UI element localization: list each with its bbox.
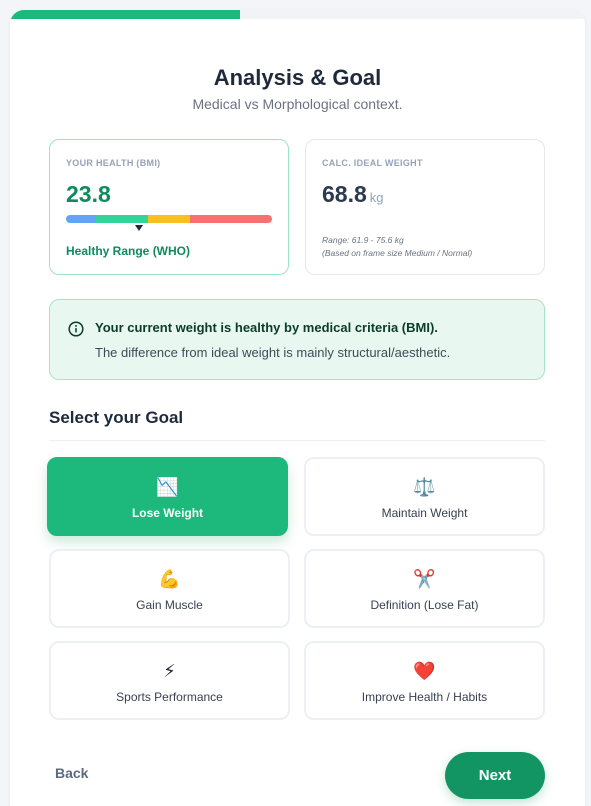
- goal-label: Sports Performance: [116, 690, 223, 704]
- balance-scale-icon: ⚖️: [413, 477, 436, 497]
- bmi-pointer-icon: [135, 225, 143, 231]
- next-button[interactable]: Next: [445, 752, 545, 799]
- bmi-scale-overweight: [148, 215, 190, 223]
- bmi-card: YOUR HEALTH (BMI) 23.8 Healthy Range (WH…: [49, 139, 289, 275]
- goal-label: Maintain Weight: [381, 506, 468, 520]
- ideal-weight-value: 68.8: [322, 181, 367, 207]
- bmi-range-label: Healthy Range (WHO): [66, 244, 191, 258]
- goal-option-improve-health[interactable]: ❤️ Improve Health / Habits: [304, 641, 545, 720]
- info-circle-icon: [68, 321, 84, 337]
- bmi-label: YOUR HEALTH (BMI): [66, 158, 161, 168]
- bmi-scale-healthy: [96, 215, 148, 223]
- flexed-biceps-icon: 💪: [158, 569, 181, 589]
- goal-label: Definition (Lose Fat): [370, 598, 479, 612]
- health-alert: Your current weight is healthy by medica…: [49, 299, 545, 380]
- goal-option-lose-weight[interactable]: 📉 Lose Weight: [47, 457, 288, 536]
- alert-body: The difference from ideal weight is main…: [95, 345, 451, 360]
- bmi-scale-obese: [190, 215, 272, 223]
- lightning-icon: ⚡: [163, 661, 176, 681]
- scissors-icon: ✂️: [413, 569, 436, 589]
- progress-bar-fill: [10, 10, 240, 19]
- ideal-weight-label: CALC. IDEAL WEIGHT: [322, 158, 423, 168]
- chart-decreasing-icon: 📉: [156, 477, 179, 497]
- ideal-weight-frame-note: (Based on frame size Medium / Normal): [322, 248, 473, 258]
- ideal-weight-unit: kg: [369, 190, 384, 205]
- bmi-value: 23.8: [66, 181, 111, 207]
- ideal-weight-range: Range: 61.9 - 75.6 kg: [322, 235, 404, 245]
- goal-option-sports-performance[interactable]: ⚡ Sports Performance: [49, 641, 290, 720]
- progress-bar: [10, 10, 585, 19]
- goal-option-definition[interactable]: ✂️ Definition (Lose Fat): [304, 549, 545, 628]
- goal-label: Gain Muscle: [136, 598, 203, 612]
- ideal-weight-display: 68.8 kg: [322, 181, 384, 208]
- back-button[interactable]: Back: [55, 765, 88, 781]
- goal-label: Lose Weight: [131, 506, 204, 520]
- goal-option-gain-muscle[interactable]: 💪 Gain Muscle: [49, 549, 290, 628]
- alert-title: Your current weight is healthy by medica…: [95, 320, 438, 335]
- section-divider: [49, 440, 545, 441]
- goal-section-title: Select your Goal: [49, 408, 184, 427]
- goal-label: Improve Health / Habits: [361, 690, 488, 704]
- goal-option-maintain-weight[interactable]: ⚖️ Maintain Weight: [304, 457, 545, 536]
- ideal-weight-card: CALC. IDEAL WEIGHT 68.8 kg Range: 61.9 - …: [305, 139, 545, 275]
- heart-icon: ❤️: [413, 661, 436, 681]
- bmi-scale-underweight: [66, 215, 96, 223]
- page-subtitle: Medical vs Morphological context.: [192, 96, 403, 112]
- onboarding-card: Analysis & Goal Medical vs Morphological…: [10, 10, 585, 806]
- bmi-scale-bar: [66, 215, 272, 223]
- page-title: Analysis & Goal: [213, 65, 382, 90]
